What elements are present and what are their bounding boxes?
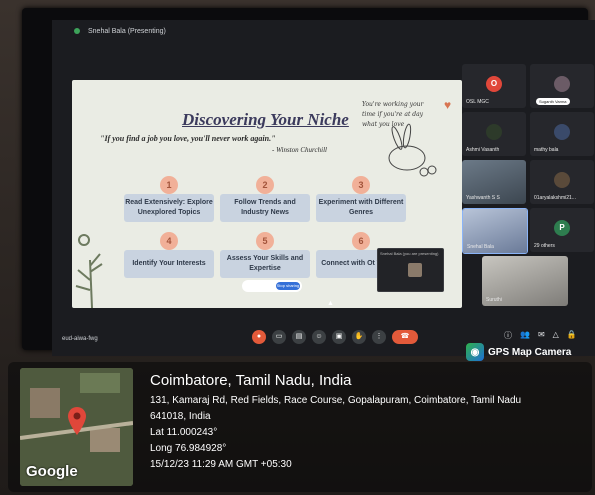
location-info: Coimbatore, Tamil Nadu, India 131, Kamar… <box>150 372 521 473</box>
chat-icon[interactable]: ✉ <box>538 330 545 341</box>
location-lat: Lat 11.000243° <box>150 427 218 438</box>
step-number-1: 1 <box>160 176 178 194</box>
self-preview-label: Snehal Bala (you are presenting) <box>380 251 439 256</box>
rabbit-illustration <box>388 123 437 177</box>
step-card-4: Identify Your Interests <box>124 250 214 278</box>
participant-tile-5[interactable]: Yashwanth S S <box>462 160 526 204</box>
participant-name: Yashwanth S S <box>466 195 500 201</box>
avatar: O <box>486 75 502 92</box>
mouse-cursor-icon: ▲ <box>327 300 334 307</box>
step-number-6: 6 <box>352 232 370 250</box>
participant-name: Suruthi <box>486 297 502 303</box>
slide-author: - Winston Churchill <box>272 146 327 154</box>
location-pin-icon <box>68 407 86 435</box>
present-icon[interactable]: ▣ <box>332 330 346 344</box>
step-card-3: Experiment with Different Genres <box>316 194 406 222</box>
self-preview: Snehal Bala (you are presenting) <box>377 248 444 292</box>
slide-quote: "If you find a job you love, you'll neve… <box>100 134 276 143</box>
participant-tile-4[interactable]: mathy bala <box>530 112 594 156</box>
step-number-5: 5 <box>256 232 274 250</box>
participant-name: Snehal Bala <box>467 244 494 250</box>
step-number-2: 2 <box>256 176 274 194</box>
meeting-code: eud-aiwa-fwg <box>62 336 98 342</box>
self-preview-video <box>408 263 422 277</box>
location-timestamp: 15/12/23 11:29 AM GMT +05:30 <box>150 459 292 470</box>
more-options-icon[interactable]: ⋮ <box>372 330 386 344</box>
participant-tile-1[interactable]: O OSL MGC <box>462 64 526 108</box>
presenting-icon <box>74 28 80 34</box>
monitor: Snehal Bala (Presenting) Discovering You… <box>22 8 595 356</box>
side-controls: ⓘ 👥 ✉ △ 🔒 <box>504 330 577 341</box>
step-card-1: Read Extensively: Explore Unexplored Top… <box>124 194 214 222</box>
step-card-5: Assess Your Skills and Expertise <box>220 250 310 278</box>
call-controls: ● ▭ ▤ ☺ ▣ ✋ ⋮ ☎ <box>252 330 418 344</box>
gps-camera-badge: ◉ GPS Map Camera <box>466 343 571 361</box>
participant-tile-9[interactable]: Suruthi <box>482 256 568 306</box>
participant-name: Ashmi Vasanth <box>466 147 500 153</box>
avatar: P <box>554 219 570 236</box>
participant-tile-8[interactable]: P 29 others <box>530 208 594 252</box>
captions-icon[interactable]: ▤ <box>292 330 306 344</box>
avatar <box>554 171 570 188</box>
location-map: Google <box>20 368 133 486</box>
heart-icon: ♥ <box>444 98 452 112</box>
participant-tile-3[interactable]: Ashmi Vasanth <box>462 112 526 156</box>
raise-hand-icon[interactable]: ✋ <box>352 330 366 344</box>
location-postal: 641018, India <box>150 411 211 422</box>
step-card-2: Follow Trends and Industry News <box>220 194 310 222</box>
step-number-4: 4 <box>160 232 178 250</box>
participant-name-pill: Suganth Varma <box>536 98 570 105</box>
avatar <box>486 123 502 140</box>
location-long: Long 76.984928° <box>150 443 227 454</box>
gps-camera-logo-icon: ◉ <box>466 343 484 361</box>
camera-icon[interactable]: ▭ <box>272 330 286 344</box>
emoji-icon[interactable]: ☺ <box>312 330 326 344</box>
gps-camera-label: GPS Map Camera <box>488 346 572 358</box>
people-icon[interactable]: 👥 <box>520 330 530 341</box>
avatar <box>554 75 570 92</box>
lock-icon[interactable]: 🔒 <box>567 330 577 341</box>
map-brand: Google <box>26 463 78 480</box>
location-address: 131, Kamaraj Rd, Red Fields, Race Course… <box>150 395 522 406</box>
participant-tile-6[interactable]: 01aryalakshmi21... <box>530 160 594 204</box>
info-icon[interactable]: ⓘ <box>504 330 512 341</box>
participant-name: mathy bala <box>534 147 559 153</box>
mic-icon[interactable]: ● <box>252 330 266 344</box>
slide-title: Discovering Your Niche <box>182 110 349 129</box>
activities-icon[interactable]: △ <box>553 330 559 341</box>
location-city: Coimbatore, Tamil Nadu, India <box>150 372 352 389</box>
participant-name: OSL MGC <box>466 99 489 105</box>
avatar <box>554 123 570 140</box>
participant-name: 29 others <box>534 243 555 249</box>
participant-tile-2[interactable]: Suganth Varma <box>530 64 594 108</box>
presenter-label: Snehal Bala (Presenting) <box>88 27 166 35</box>
sharing-popup: Stop sharing <box>242 280 302 292</box>
stop-sharing-button[interactable]: Stop sharing <box>276 282 300 290</box>
meet-screen: Snehal Bala (Presenting) Discovering You… <box>52 20 595 356</box>
end-call-button[interactable]: ☎ <box>392 330 418 344</box>
plant-illustration <box>75 234 103 308</box>
participant-name: 01aryalakshmi21... <box>534 195 576 201</box>
top-bar: Snehal Bala (Presenting) <box>52 20 595 42</box>
step-number-3: 3 <box>352 176 370 194</box>
participant-tile-7[interactable]: Snehal Bala <box>462 208 528 254</box>
